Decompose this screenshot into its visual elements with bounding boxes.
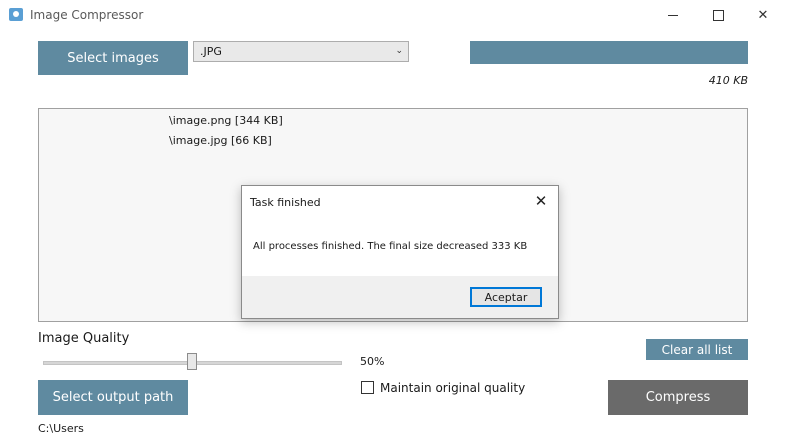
- window-title: Image Compressor: [30, 8, 144, 22]
- quality-slider-thumb[interactable]: [186, 353, 197, 370]
- maintain-quality-label[interactable]: Maintain original quality: [380, 381, 525, 395]
- accept-button[interactable]: Aceptar: [470, 287, 542, 307]
- dialog-footer: Aceptar: [242, 276, 558, 318]
- dialog-close-button[interactable]: ✕: [530, 191, 552, 211]
- quality-percent: 50%: [360, 355, 385, 368]
- progress-bar: [470, 41, 748, 64]
- maximize-icon: [712, 10, 724, 21]
- camera-icon: [9, 8, 23, 21]
- minimize-icon: [668, 15, 678, 16]
- compress-button[interactable]: Compress: [608, 380, 748, 415]
- list-item[interactable]: \image.jpg [66 KB]: [169, 134, 272, 147]
- close-icon: ✕: [534, 192, 548, 210]
- chevron-down-icon: ⌄: [395, 46, 403, 56]
- minimize-button[interactable]: [650, 0, 696, 31]
- output-path-label: C:\Users: [38, 422, 84, 435]
- maintain-quality-checkbox[interactable]: [361, 381, 374, 394]
- title-bar: Image Compressor ✕: [0, 0, 786, 32]
- total-size-label: 410 KB: [708, 74, 748, 87]
- close-icon: ✕: [757, 8, 769, 23]
- select-images-button[interactable]: Select images: [38, 41, 188, 75]
- format-dropdown[interactable]: .JPG ⌄: [193, 41, 409, 62]
- progress-fill: [470, 41, 748, 64]
- maximize-button[interactable]: [695, 0, 741, 31]
- app-window: Image Compressor ✕ Select images .JPG ⌄ …: [0, 0, 786, 443]
- close-button[interactable]: ✕: [740, 0, 786, 31]
- dialog-message: All processes finished. The final size d…: [253, 241, 528, 252]
- image-quality-label: Image Quality: [38, 331, 130, 346]
- select-output-path-button[interactable]: Select output path: [38, 380, 188, 415]
- clear-all-list-button[interactable]: Clear all list: [646, 339, 748, 360]
- task-finished-dialog: Task finished ✕ All processes finished. …: [241, 185, 559, 319]
- list-item[interactable]: \image.png [344 KB]: [169, 114, 283, 127]
- dialog-title: Task finished: [250, 196, 321, 209]
- format-value: .JPG: [200, 45, 222, 58]
